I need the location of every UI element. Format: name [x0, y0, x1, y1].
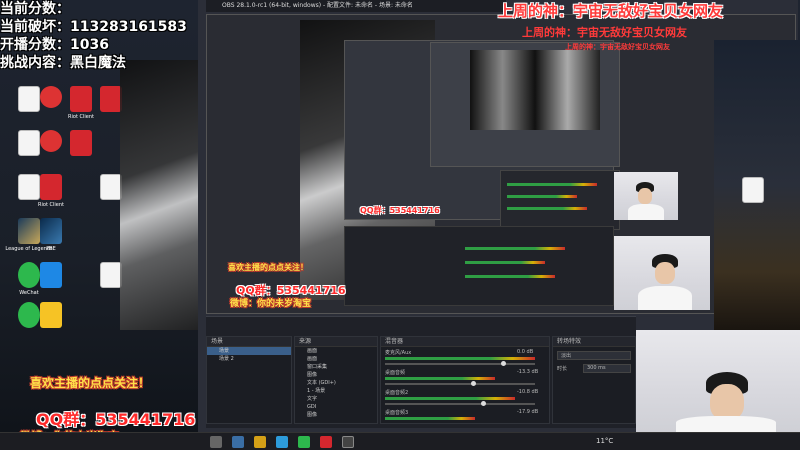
mixer-channel-db: -10.8 dB [517, 389, 539, 395]
qq-group-echo-2: QQ群：535441716 [360, 206, 440, 215]
obs-titlebar: OBS 28.1.0-rc1 (64-bit, windows) - 配置文件:… [206, 0, 506, 12]
current-score-row: 当前分数： [0, 1, 70, 17]
volume-knob[interactable] [471, 381, 476, 386]
webcam-medium [614, 236, 710, 310]
volume-slider[interactable] [385, 363, 535, 365]
desktop-icon-riot-4[interactable]: Riot Client [22, 172, 80, 220]
volume-knob[interactable] [501, 361, 506, 366]
taskbar: 11°C [0, 432, 800, 450]
mixer-channel-db: -17.9 dB [517, 409, 539, 415]
volume-knob[interactable] [481, 401, 486, 406]
mixer-dock-title: 混音器 [381, 337, 549, 347]
source-item[interactable]: 画面 [295, 355, 377, 363]
transitions-dock-title: 转场特效 [553, 337, 635, 347]
transitions-dock: 转场特效 淡出 时长 300 ms [552, 336, 636, 424]
weekly-god-banner: 上周的神：宇宙无敌好宝贝女网友 [498, 2, 724, 20]
desktop-icon-pbe[interactable]: PBE [22, 216, 80, 264]
riot-client-icon [100, 86, 122, 112]
folder-icon[interactable] [254, 436, 266, 448]
duration-input[interactable]: 300 ms [583, 364, 631, 373]
mixer-channel-db: 0.0 dB [517, 349, 534, 355]
game-art-panel [120, 60, 200, 330]
source-item[interactable]: 文本 (GDI+) [295, 379, 377, 387]
document-icon [100, 174, 122, 200]
nested-mixer [500, 170, 620, 230]
document-icon [742, 177, 764, 203]
scene-item[interactable]: 场景 2 [207, 355, 291, 363]
obs-icon[interactable] [342, 436, 354, 448]
document-icon [100, 262, 122, 288]
mixer-channel-name: 桌面音频 [385, 370, 406, 376]
source-item[interactable]: GDI [295, 403, 377, 411]
desktop-icon-yy[interactable] [22, 300, 80, 348]
score-overlay: 当前分数： 当前破坏：113283161583 开播分数：1036 挑战内容：黑… [0, 0, 240, 72]
volume-slider[interactable] [385, 403, 535, 405]
follow-banner: 喜欢主播的点点关注！ [30, 376, 151, 390]
transition-select[interactable]: 淡出 [557, 351, 631, 360]
webcam-main [636, 330, 800, 432]
sources-dock: 来源 画面 画面 窗口采集 图像 文本 (GDI+) 1 - 场景 文字 GDI… [294, 336, 378, 424]
source-item[interactable]: 图像 [295, 411, 377, 419]
qq-group: QQ群：535441716 [36, 410, 196, 429]
gm-row: 当前破坏：113283161583 [0, 19, 187, 35]
source-item[interactable]: 图像 [295, 371, 377, 379]
mixer-channel-db: -13.3 dB [517, 369, 539, 375]
mixer-channel-name: 桌面音频3 [385, 410, 409, 416]
weather-temp[interactable]: 11°C [596, 437, 613, 445]
nested-webcam [614, 172, 678, 220]
pbe-icon [40, 218, 62, 244]
wechat-icon[interactable] [298, 436, 310, 448]
window-title: OBS 28.1.0-rc1 (64-bit, windows) - 配置文件:… [222, 2, 413, 9]
mixer-channel-name: 桌面音频2 [385, 390, 409, 396]
weekly-god-banner-echo-2: 上周的神：宇宙无敌好宝贝女网友 [565, 43, 670, 51]
source-item[interactable]: 窗口采集 [295, 363, 377, 371]
scenes-dock-title: 场景 [207, 337, 291, 347]
weekly-god-banner-echo: 上周的神：宇宙无敌好宝贝女网友 [522, 26, 687, 39]
riot-client-icon[interactable] [320, 436, 332, 448]
search-icon[interactable] [232, 436, 244, 448]
sources-dock-title: 来源 [295, 337, 377, 347]
desktop-icon-doc-right[interactable] [724, 175, 782, 223]
scenes-dock: 场景 场景 场景 2 [206, 336, 292, 424]
nested-game-strip [470, 50, 600, 130]
source-item[interactable]: 1 - 场景 [295, 387, 377, 395]
nested-dock [344, 226, 614, 306]
yy-icon [40, 302, 62, 328]
desktop-icon-grid: Riot Client Riot Client League of Legend… [0, 60, 140, 340]
follow-banner-echo: 喜欢主播的点点关注！ [228, 263, 308, 272]
mixer-channel-name: 麦克风/Aux [385, 350, 412, 356]
riot-client-icon [40, 174, 62, 200]
mixer-dock: 混音器 麦克风/Aux 0.0 dB 桌面音频 -13.3 dB 桌面音频2 -… [380, 336, 550, 424]
source-item[interactable]: 文字 [295, 395, 377, 403]
desktop-icon-riot-3[interactable] [52, 128, 110, 176]
kuaishou-icon [40, 262, 62, 288]
scene-item[interactable]: 场景 [207, 347, 291, 355]
weibo-echo: 微博：你的未岁淘宝 [230, 299, 312, 309]
volume-slider[interactable] [385, 383, 535, 385]
riot-client-icon [70, 130, 92, 156]
source-item[interactable]: 画面 [295, 347, 377, 355]
edge-icon[interactable] [276, 436, 288, 448]
start-score-row: 开播分数：1036 [0, 37, 109, 53]
start-icon[interactable] [210, 436, 222, 448]
task-row: 挑战内容：黑白魔法 [0, 55, 126, 71]
duration-label: 时长 [557, 366, 568, 372]
